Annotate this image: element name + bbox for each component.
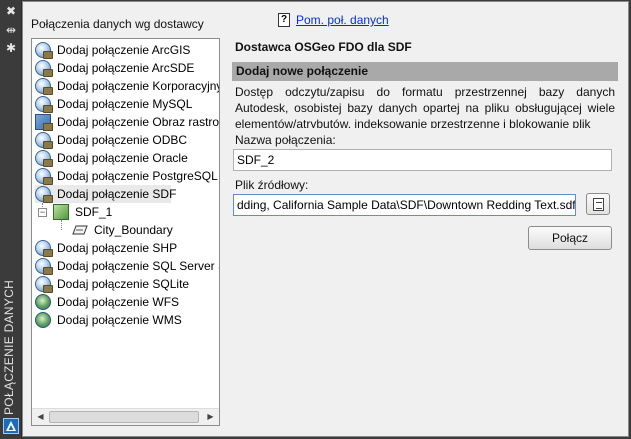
tree-item-city-boundary[interactable]: City_Boundary bbox=[72, 221, 173, 239]
connection-name-input[interactable]: SDF_2 bbox=[233, 149, 612, 171]
tree-item-odbc[interactable]: Dodaj połączenie ODBC bbox=[35, 131, 187, 149]
tree-item-label: Dodaj połączenie Oracle bbox=[57, 151, 188, 165]
section-title: Dodaj nowe połączenie bbox=[232, 62, 618, 81]
provider-tree[interactable]: Dodaj połączenie ArcGIS Dodaj połączenie… bbox=[31, 38, 220, 426]
tree-connector bbox=[61, 220, 62, 230]
tree-item-label: Dodaj połączenie WFS bbox=[57, 295, 180, 309]
database-icon bbox=[35, 258, 53, 275]
database-icon bbox=[35, 240, 53, 257]
palette-title-strip[interactable]: ✖ ⇹ ✱ POŁĄCZENIE DANYCH bbox=[0, 0, 22, 439]
tree-item-label: Dodaj połączenie WMS bbox=[57, 313, 182, 327]
provider-description: Dostęp odczytu/zapisu do formatu przestr… bbox=[235, 85, 615, 128]
provider-title: Dostawca OSGeo FDO dla SDF bbox=[235, 40, 412, 54]
tree-item-label: Dodaj połączenie Korporacyjny bbox=[57, 79, 220, 93]
database-icon bbox=[35, 132, 53, 149]
connect-button[interactable]: Połącz bbox=[528, 226, 612, 250]
tree-item-postgresql[interactable]: Dodaj połączenie PostgreSQL bbox=[35, 167, 218, 185]
tree-item-label: Dodaj połączenie MySQL bbox=[57, 97, 193, 111]
tree-item-arcsde[interactable]: Dodaj połączenie ArcSDE bbox=[35, 59, 194, 77]
tree-item-label: Dodaj połączenie ArcSDE bbox=[57, 61, 195, 75]
tree-item-shp[interactable]: Dodaj połączenie SHP bbox=[35, 239, 177, 257]
tree-item-label: Dodaj połączenie Obraz rastrowy bbox=[57, 115, 220, 129]
tree-item-label: Dodaj połączenie ODBC bbox=[57, 133, 188, 147]
horizontal-scrollbar[interactable]: ◀ ▶ bbox=[32, 408, 219, 425]
polygon-layer-icon bbox=[72, 224, 88, 240]
close-icon[interactable]: ✖ bbox=[3, 3, 19, 19]
globe-icon bbox=[35, 312, 51, 328]
settings-icon[interactable]: ✱ bbox=[3, 40, 19, 56]
tree-item-korporacyjny[interactable]: Dodaj połączenie Korporacyjny bbox=[35, 77, 220, 95]
tree-item-oracle[interactable]: Dodaj połączenie Oracle bbox=[35, 149, 188, 167]
tree-item-wfs[interactable]: Dodaj połączenie WFS bbox=[35, 293, 179, 311]
palette-title: POŁĄCZENIE DANYCH bbox=[2, 279, 16, 415]
scroll-left-icon[interactable]: ◀ bbox=[32, 409, 49, 425]
source-file-label: Plik źródłowy: bbox=[235, 178, 309, 192]
collapse-toggle-icon[interactable]: − bbox=[38, 208, 47, 217]
tree-item-label: Dodaj połączenie SQL Server Spatial bbox=[57, 259, 219, 273]
help-link-label[interactable]: Pom. poł. danych bbox=[296, 13, 389, 27]
help-link[interactable]: ? Pom. poł. danych bbox=[278, 13, 389, 27]
scroll-right-icon[interactable]: ▶ bbox=[202, 409, 219, 425]
raster-icon bbox=[35, 114, 53, 131]
database-icon bbox=[35, 168, 53, 185]
source-file-input[interactable]: dding, California Sample Data\SDF\Downto… bbox=[233, 194, 576, 216]
sdf-connection-icon bbox=[53, 204, 69, 220]
autodesk-logo-icon bbox=[3, 418, 19, 434]
auto-hide-icon[interactable]: ⇹ bbox=[3, 22, 19, 38]
database-icon bbox=[35, 150, 53, 167]
tree-item-label: Dodaj połączenie SHP bbox=[57, 241, 178, 255]
tree-item-sdf-1[interactable]: SDF_1 bbox=[53, 203, 112, 221]
tree-item-label: Dodaj połączenie ArcGIS bbox=[57, 43, 191, 57]
database-icon bbox=[35, 42, 53, 59]
database-icon bbox=[35, 96, 53, 113]
document-icon bbox=[593, 198, 604, 211]
tree-item-sqlite[interactable]: Dodaj połączenie SQLite bbox=[35, 275, 189, 293]
tree-item-raster[interactable]: Dodaj połączenie Obraz rastrowy bbox=[35, 113, 220, 131]
tree-item-arcgis[interactable]: Dodaj połączenie ArcGIS bbox=[35, 41, 190, 59]
help-icon[interactable]: ? bbox=[278, 13, 290, 27]
database-icon bbox=[35, 78, 53, 95]
connection-name-label: Nazwa połączenia: bbox=[235, 133, 336, 147]
tree-item-wms[interactable]: Dodaj połączenie WMS bbox=[35, 311, 182, 329]
tree-item-label: SDF_1 bbox=[75, 205, 113, 219]
browse-button[interactable] bbox=[586, 193, 610, 215]
database-icon bbox=[35, 60, 53, 77]
tree-item-label: Dodaj połączenie SDF bbox=[57, 187, 177, 201]
tree-item-label: City_Boundary bbox=[94, 223, 173, 237]
tree-item-label: Dodaj połączenie SQLite bbox=[57, 277, 190, 291]
tree-item-label: Dodaj połączenie PostgreSQL bbox=[57, 169, 218, 183]
database-icon bbox=[35, 276, 53, 293]
tree-item-sql-server[interactable]: Dodaj połączenie SQL Server Spatial bbox=[35, 257, 219, 275]
database-icon bbox=[35, 186, 53, 203]
data-connect-panel: Połączenia danych wg dostawcy ? Pom. poł… bbox=[22, 1, 629, 437]
scrollbar-thumb[interactable] bbox=[49, 411, 199, 423]
tree-item-sdf[interactable]: Dodaj połączenie SDF bbox=[35, 185, 176, 203]
tree-item-mysql[interactable]: Dodaj połączenie MySQL bbox=[35, 95, 192, 113]
tree-header: Połączenia danych wg dostawcy bbox=[31, 17, 204, 31]
globe-icon bbox=[35, 294, 51, 310]
